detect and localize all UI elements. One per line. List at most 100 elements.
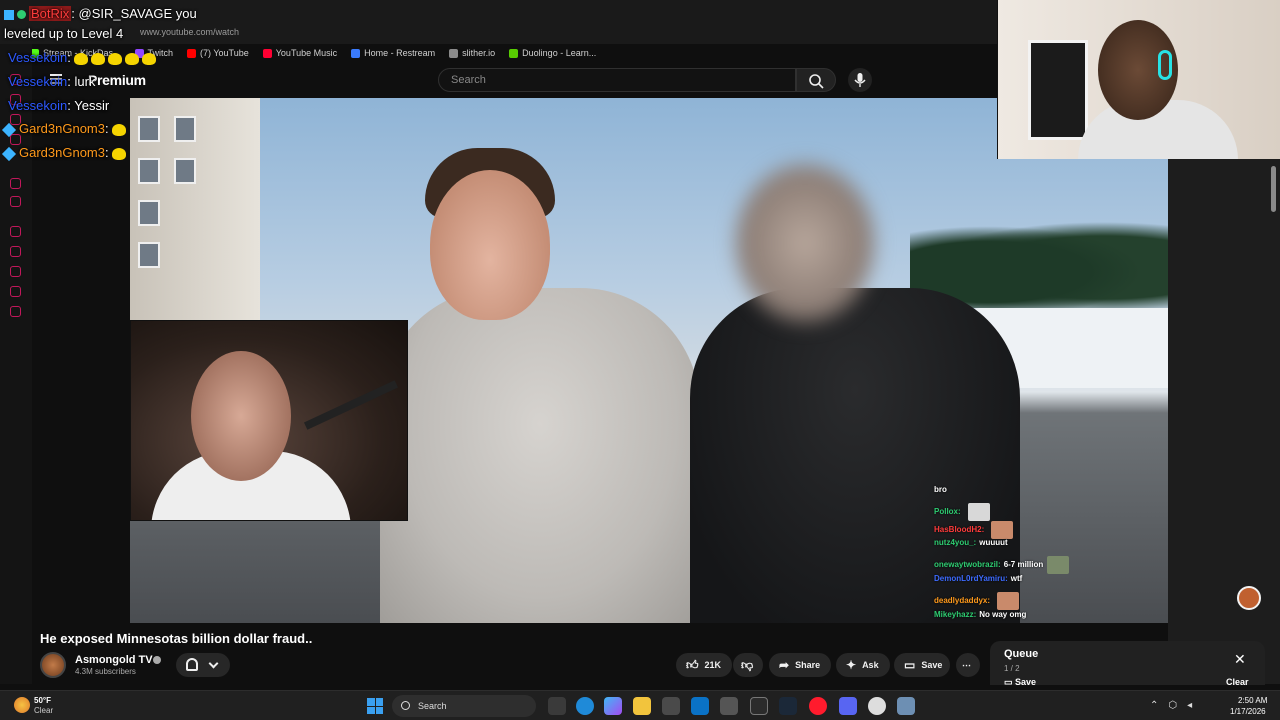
verified-icon: [17, 10, 26, 20]
bookmark-item[interactable]: (7) YouTube: [187, 48, 249, 58]
youtube-logo[interactable]: Premium: [88, 72, 146, 88]
folder-icon[interactable]: [633, 697, 651, 715]
scrollbar[interactable]: [1271, 166, 1276, 212]
emote-icon: [111, 123, 126, 136]
bookmark-item[interactable]: YouTube Music: [262, 48, 337, 58]
share-icon: ➦: [779, 658, 790, 672]
weather-icon[interactable]: [14, 697, 30, 713]
clock-date[interactable]: 1/17/2026: [1230, 707, 1266, 716]
taskbar: 50°F Clear Search ⌃ ⬡ ◂ 2:50 AM 1/17/2026: [0, 690, 1280, 720]
overlay-bot-message-cont: leveled up to Level 4: [4, 26, 124, 41]
save-button[interactable]: ▭ Save: [894, 653, 950, 677]
badge-icon: [1, 146, 17, 161]
bookmark-icon: [187, 48, 197, 58]
twitch-icon: [4, 9, 14, 20]
voice-search-button[interactable]: [848, 68, 872, 92]
search-input[interactable]: Search: [438, 68, 796, 92]
weather-temp[interactable]: 50°F: [34, 696, 51, 705]
emote-icon: [124, 52, 139, 65]
edge-icon[interactable]: [576, 697, 594, 715]
app-icon[interactable]: [720, 697, 738, 715]
system-tray[interactable]: ⌃ ⬡ ◂: [1150, 700, 1192, 711]
share-button[interactable]: ➦ Share: [769, 653, 831, 677]
queue-title: Queue: [1004, 648, 1039, 660]
badge-icon: [1, 122, 17, 137]
x-icon[interactable]: [10, 196, 21, 207]
sidebar-app-icon[interactable]: [10, 286, 21, 297]
sidebar-app-icon[interactable]: [10, 226, 21, 237]
app-icon[interactable]: [868, 697, 886, 715]
queue-clear-button[interactable]: Clear: [1226, 677, 1249, 687]
channel-avatar[interactable]: [40, 652, 66, 678]
emote-icon: [141, 52, 156, 65]
settings-icon[interactable]: [897, 697, 915, 715]
search-button[interactable]: [796, 68, 836, 92]
channel-name[interactable]: Asmongold TV: [75, 654, 153, 666]
history-icon[interactable]: [10, 266, 21, 277]
youtube-header: Premium Search: [32, 62, 1000, 98]
sidebar-panel: [1168, 159, 1280, 684]
verified-icon: [153, 656, 161, 664]
emote-icon: [107, 52, 122, 65]
overlay-chat-line: Vessekoin:: [8, 50, 156, 65]
clock-time[interactable]: 2:50 AM: [1238, 696, 1267, 705]
video-chat-line: deadlydaddyx:: [934, 591, 1020, 610]
emote-icon: [90, 52, 105, 65]
steam-icon[interactable]: [779, 697, 797, 715]
search-icon: [401, 701, 410, 710]
emote-icon: [73, 52, 88, 65]
video-building: [130, 98, 260, 328]
copilot-icon[interactable]: [604, 697, 622, 715]
bell-icon: [186, 658, 198, 671]
settings-icon[interactable]: [10, 306, 21, 317]
opera-icon[interactable]: [809, 697, 827, 715]
video-title: He exposed Minnesotas billion dollar fra…: [40, 631, 313, 646]
ask-button[interactable]: ✦ Ask: [836, 653, 890, 677]
close-icon[interactable]: ✕: [1234, 651, 1246, 668]
overlay-chat-line: Gard3nGnom3:: [1, 121, 126, 137]
mic-icon: [854, 73, 866, 87]
emote-icon: [111, 147, 126, 160]
chevron-down-icon: [208, 658, 219, 669]
bookmark-item[interactable]: slither.io: [449, 48, 495, 58]
subscribe-bell-button[interactable]: [176, 653, 230, 677]
overlay-chat-line: Gard3nGnom3:: [1, 145, 126, 161]
queue-save-button[interactable]: ▭ Save: [1004, 677, 1036, 688]
volume-icon: ◂: [1187, 700, 1193, 711]
network-icon: ⬡: [1168, 700, 1178, 711]
avatar[interactable]: [1237, 586, 1261, 610]
sparkle-icon: ✦: [846, 658, 857, 672]
sidebar-app-icon[interactable]: [10, 178, 21, 189]
queue-panel: Queue 1 / 2 ✕ ▭ Save Clear: [990, 641, 1265, 688]
weather-condition[interactable]: Clear: [34, 706, 53, 715]
dislike-button[interactable]: 👎︎: [733, 653, 763, 677]
app-icon[interactable]: [750, 697, 768, 715]
sidebar-app-icon[interactable]: [10, 246, 21, 257]
start-button[interactable]: [367, 698, 383, 714]
bookmark-icon: [351, 48, 361, 58]
task-view-icon[interactable]: [548, 697, 566, 715]
bookmark-item[interactable]: Duolingo - Learn...: [509, 48, 596, 58]
url-field[interactable]: www.youtube.com/watch: [140, 27, 239, 37]
mail-icon[interactable]: [691, 697, 709, 715]
overlay-chat-line: Vessekoin: lurk: [8, 74, 96, 89]
chevron-up-icon: ⌃: [1150, 700, 1159, 711]
store-icon[interactable]: [662, 697, 680, 715]
taskbar-search[interactable]: Search: [392, 695, 536, 717]
video-chat-line: HasBloodH2:: [934, 520, 1014, 539]
thumbs-down-icon: 👎︎: [741, 658, 754, 672]
emote-icon: [967, 502, 990, 521]
more-actions-button[interactable]: ⋯: [956, 653, 980, 677]
discord-icon[interactable]: [839, 697, 857, 715]
like-button[interactable]: 👍︎ 21K: [676, 653, 732, 677]
browser-sidebar: [0, 44, 32, 684]
emote-icon: [997, 591, 1020, 610]
screen: www.youtube.com/watch Stream - KickDas..…: [0, 0, 1280, 720]
video-chat-line: nutz4you_: wuuuut: [934, 538, 1008, 548]
bookmark-item[interactable]: Home - Restream: [351, 48, 435, 58]
bookmark-icon: ▭: [1004, 677, 1016, 687]
overlay-chat-line: Vessekoin: Yessir: [8, 98, 110, 113]
person-left: [380, 288, 700, 623]
blurred-face: [730, 158, 880, 328]
emote-icon: [991, 520, 1014, 539]
